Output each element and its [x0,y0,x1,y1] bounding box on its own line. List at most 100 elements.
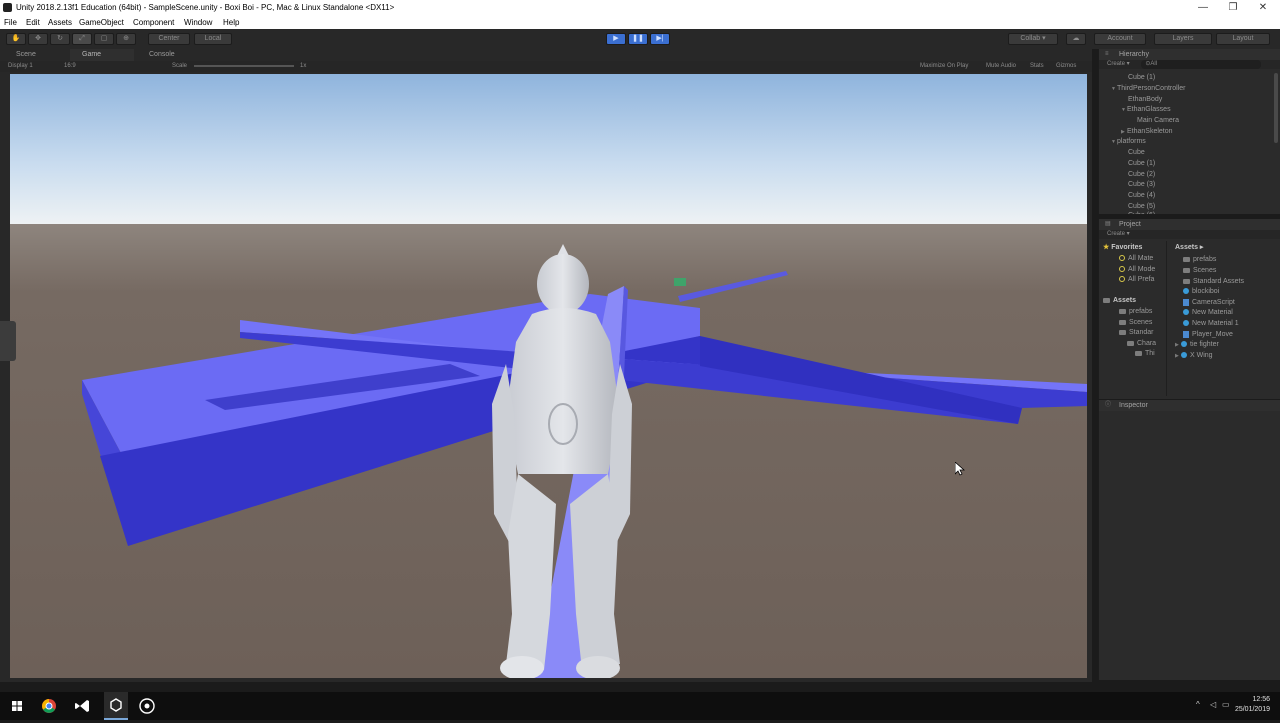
tab-console[interactable]: Console [137,49,201,61]
hierarchy-item[interactable]: EthanBody [1128,95,1162,104]
project-breadcrumb[interactable]: Assets ▸ [1175,243,1203,252]
tree-item[interactable]: prefabs [1119,307,1152,316]
stats-toggle[interactable]: Stats [1030,61,1044,72]
material-icon [1183,309,1189,316]
asset-item[interactable]: Standard Assets [1183,277,1244,286]
menu-help[interactable]: Help [223,16,239,29]
window-title-bar: Unity 2018.2.13f1 Education (64bit) - Sa… [0,0,1280,16]
window-title: Unity 2018.2.13f1 Education (64bit) - Sa… [16,3,395,12]
hierarchy-item[interactable]: Cube (3) [1128,180,1155,189]
chrome-icon[interactable] [38,697,60,715]
collab-button[interactable]: Collab ▾ [1008,33,1058,45]
hierarchy-item[interactable]: Cube (2) [1128,170,1155,179]
tab-scene[interactable]: Scene [4,49,68,61]
asset-item[interactable]: ▶ tie fighter [1175,340,1219,350]
gizmos-dropdown[interactable]: Gizmos [1056,61,1076,72]
network-icon[interactable]: ▭ [1222,700,1230,709]
menu-assets[interactable]: Assets [48,16,72,29]
rotate-tool-icon[interactable]: ↻ [50,33,70,45]
assets-root[interactable]: Assets [1103,296,1136,305]
maximize-on-play-toggle[interactable]: Maximize On Play [920,61,968,72]
hierarchy-toolbar: Create ▾ ⊙All [1099,60,1280,69]
mute-audio-toggle[interactable]: Mute Audio [986,61,1016,72]
layout-dropdown[interactable]: Layout [1216,33,1270,45]
star-icon: ★ [1103,244,1110,251]
hierarchy-create-button[interactable]: Create ▾ [1107,61,1130,67]
menu-component[interactable]: Component [133,16,174,29]
scale-tool-icon[interactable]: ⤢ [72,33,92,45]
hierarchy-item[interactable]: Cube [1128,148,1145,157]
aspect-dropdown[interactable]: 16:9 [64,61,76,72]
hierarchy-item[interactable]: ▶ EthanSkeleton [1121,127,1173,137]
hierarchy-item[interactable]: ▼ThirdPersonController [1111,84,1185,94]
pivot-center-toggle[interactable]: Center [148,33,190,45]
tree-item[interactable]: Chara [1127,339,1156,348]
menu-edit[interactable]: Edit [26,16,40,29]
hierarchy-item[interactable]: Main Camera [1137,116,1179,125]
hierarchy-search-input[interactable]: ⊙All [1141,60,1262,69]
system-clock[interactable]: 12:56 25/01/2019 [1235,695,1270,715]
hierarchy-scrollbar[interactable] [1274,73,1278,143]
rect-tool-icon[interactable]: ▢ [94,33,114,45]
asset-item[interactable]: prefabs [1183,255,1216,264]
hierarchy-item[interactable]: Cube (1) [1128,159,1155,168]
tree-item[interactable]: Thi [1135,349,1155,358]
asset-item[interactable]: blockiboi [1183,287,1219,296]
hierarchy-header: ≡ Hierarchy [1099,49,1280,60]
hierarchy-item[interactable]: Cube (4) [1128,191,1155,200]
tray-chevron-icon[interactable]: ^ [1196,700,1200,709]
tab-game[interactable]: Game [70,49,134,61]
menu-file[interactable]: File [4,16,17,29]
project-files: Assets ▸ prefabs Scenes Standard Assets … [1171,241,1279,396]
viewport-side-handle[interactable] [0,321,16,361]
hierarchy-item[interactable]: Cube (1) [1128,73,1155,82]
folder-icon [1183,267,1190,273]
hand-tool-icon[interactable]: ✋ [6,33,26,45]
maximize-button[interactable]: ❐ [1218,0,1248,16]
favorite-item[interactable]: All Mode [1119,265,1155,274]
hierarchy-item[interactable]: ▼platforms [1111,137,1146,147]
cloud-icon[interactable]: ☁ [1066,33,1086,45]
menu-window[interactable]: Window [184,16,212,29]
asset-item[interactable]: New Material [1183,308,1233,317]
taskbar-active-app[interactable] [104,692,128,720]
favorites-label[interactable]: ★ Favorites [1103,243,1142,252]
pause-button-icon[interactable]: ❚❚ [628,33,648,45]
transform-tool-icon[interactable]: ⊕ [116,33,136,45]
asset-item[interactable]: New Material 1 [1183,319,1239,328]
favorite-item[interactable]: All Prefa [1119,275,1154,284]
play-button-icon[interactable]: ▶ [606,33,626,45]
move-tool-icon[interactable]: ✥ [28,33,48,45]
hierarchy-item[interactable]: Cube (5) [1128,202,1155,211]
visual-studio-icon[interactable] [71,697,93,715]
tree-item[interactable]: Standar [1119,328,1154,337]
favorite-item[interactable]: All Mate [1119,254,1153,263]
step-button-icon[interactable]: ▶| [650,33,670,45]
project-create-button[interactable]: Create ▾ [1107,231,1130,237]
minimize-button[interactable]: — [1188,0,1218,16]
folder-icon [1119,329,1126,335]
scale-slider[interactable] [194,65,294,67]
menu-gameobject[interactable]: GameObject [79,16,124,29]
volume-icon[interactable]: ◁ [1210,700,1216,709]
windows-start-icon[interactable] [6,697,28,715]
display-dropdown[interactable]: Display 1 [8,61,33,72]
layers-dropdown[interactable]: Layers [1154,33,1212,45]
asset-item[interactable]: CameraScript [1183,298,1235,307]
account-dropdown[interactable]: Account [1094,33,1146,45]
tree-item[interactable]: Scenes [1119,318,1152,327]
mouse-cursor-icon [955,462,965,476]
script-icon [1183,298,1189,306]
folder-icon [1103,297,1110,303]
search-icon [1119,255,1125,262]
asset-item[interactable]: Player_Move [1183,330,1233,339]
obs-icon[interactable] [136,697,158,715]
hierarchy-item[interactable]: ▼EthanGlasses [1121,105,1171,115]
pivot-local-toggle[interactable]: Local [194,33,232,45]
close-button[interactable]: ✕ [1248,0,1278,16]
windows-taskbar: ^ ◁ ▭ 12:56 25/01/2019 [0,692,1280,720]
asset-item[interactable]: Scenes [1183,266,1216,275]
game-viewport[interactable] [10,74,1087,678]
asset-item[interactable]: ▶ X Wing [1175,351,1213,361]
hierarchy-item[interactable]: Cube (6) [1128,211,1155,214]
